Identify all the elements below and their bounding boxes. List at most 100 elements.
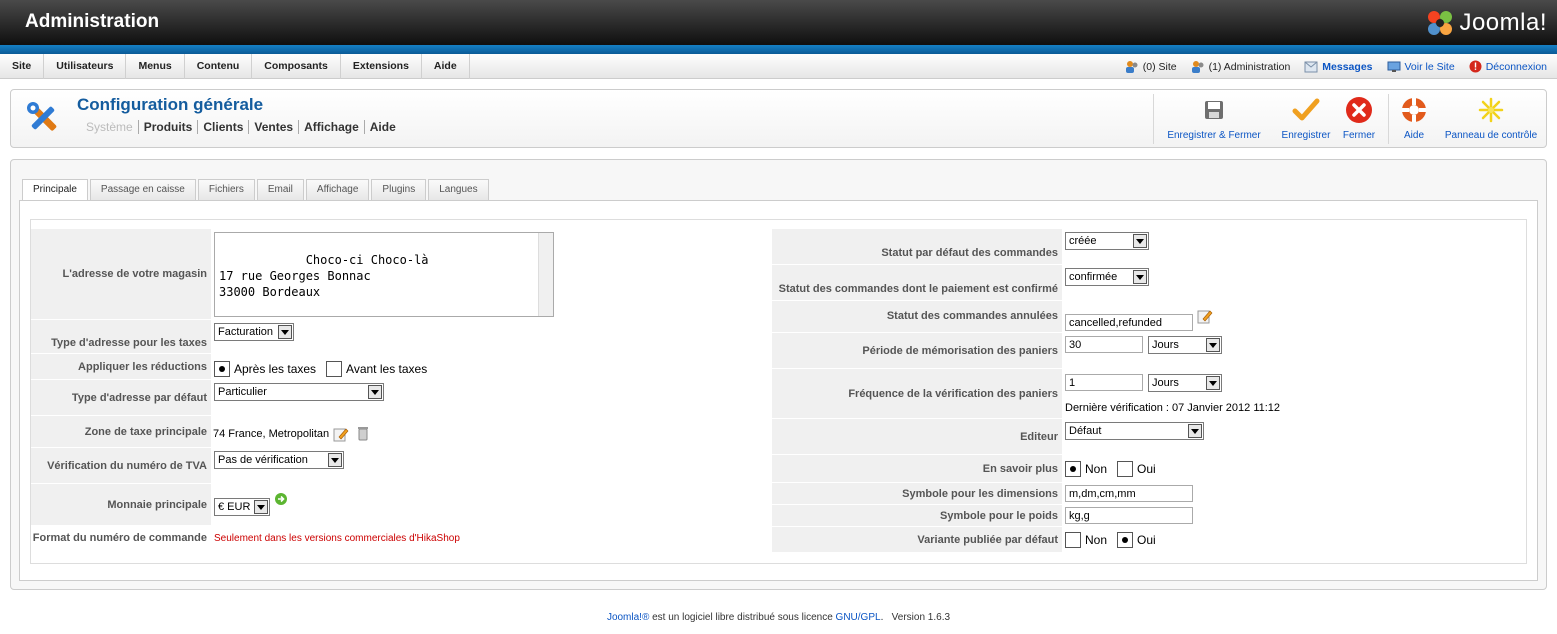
trash-icon[interactable] <box>357 426 369 441</box>
chevron-down-icon <box>1133 270 1147 284</box>
dimension-cell: m,dm,cm,mm <box>1062 483 1193 505</box>
editor-select[interactable]: Défaut <box>1065 422 1204 440</box>
tab-display[interactable]: Affichage <box>305 179 370 200</box>
tab-email[interactable]: Email <box>256 179 304 200</box>
setting-row: Type d'adresse pour les taxes Facturatio… <box>31 320 771 354</box>
variant-cell: Non Oui <box>1062 527 1166 553</box>
vat-select[interactable]: Pas de vérification <box>214 451 344 469</box>
view-site-link[interactable]: Voir le Site <box>1387 61 1455 73</box>
cancelled-status-input[interactable]: cancelled,refunded <box>1065 314 1193 331</box>
setting-row: L'adresse de votre magasin Choco-ci Choc… <box>31 229 771 320</box>
cart-check-input[interactable]: 1 <box>1065 374 1143 391</box>
setting-row: Symbole pour les dimensions m,dm,cm,mm <box>772 483 1512 505</box>
default-address-select[interactable]: Particulier <box>214 383 384 401</box>
chevron-down-icon <box>1188 424 1202 438</box>
chevron-down-icon <box>1133 234 1147 248</box>
edit-icon[interactable] <box>1197 308 1213 324</box>
discount-after-radio[interactable] <box>214 360 230 377</box>
cart-check-inputs: 1 Jours <box>1065 374 1222 392</box>
order-format-cell: Seulement dans les versions commerciales… <box>211 526 460 550</box>
cart-period-unit-select[interactable]: Jours <box>1148 336 1222 354</box>
menu-components[interactable]: Composants <box>252 54 341 79</box>
currency-select[interactable]: € EUR <box>214 498 270 516</box>
cart-check-unit-select[interactable]: Jours <box>1148 374 1222 392</box>
toolbar-separator <box>1388 94 1389 144</box>
admin-title: Administration <box>25 11 160 32</box>
submenu-help[interactable]: Aide <box>363 120 401 134</box>
learn-more-cell: Non Oui <box>1062 455 1166 483</box>
close-button[interactable]: Fermer <box>1341 94 1377 144</box>
dimension-input[interactable]: m,dm,cm,mm <box>1065 485 1193 502</box>
submenu-display[interactable]: Affichage <box>298 120 364 134</box>
editor-label: Editeur <box>772 419 1062 455</box>
config-tools-icon <box>23 98 63 141</box>
tab-main[interactable]: Principale <box>22 179 88 201</box>
paid-status-select[interactable]: confirmée <box>1065 268 1149 286</box>
variant-yes-radio[interactable] <box>1117 532 1134 548</box>
default-status-cell: créée <box>1062 229 1149 265</box>
discount-before-radio[interactable] <box>326 360 343 377</box>
cancelled-status-label: Statut des commandes annulées <box>772 301 1062 333</box>
address-textarea[interactable]: Choco-ci Choco-là 17 rue Georges Bonnac … <box>214 232 554 317</box>
admin-header: Administration Joomla! <box>0 0 1557 45</box>
cancelled-status-cell: cancelled,refunded <box>1062 301 1213 333</box>
weight-cell: kg,g <box>1062 505 1193 527</box>
site-users: (0) Site <box>1125 60 1177 74</box>
cart-period-input[interactable]: 30 <box>1065 336 1143 353</box>
chevron-down-icon <box>254 500 268 514</box>
editor-cell: Défaut <box>1062 419 1204 455</box>
save-button[interactable]: Enregistrer <box>1273 94 1339 144</box>
cart-period-cell: 30 Jours <box>1062 333 1222 369</box>
messages-link[interactable]: Messages <box>1304 60 1373 73</box>
menu-users[interactable]: Utilisateurs <box>44 54 127 79</box>
vat-cell: Pas de vérification <box>211 448 344 484</box>
default-status-label: Statut par défaut des commandes <box>772 229 1062 265</box>
address-text: Choco-ci Choco-là 17 rue Georges Bonnac … <box>219 253 429 299</box>
help-button[interactable]: Aide <box>1397 94 1431 144</box>
learn-more-yes-label: Oui <box>1137 462 1156 476</box>
save-close-button[interactable]: Enregistrer & Fermer <box>1163 94 1265 144</box>
refresh-icon[interactable] <box>274 492 288 506</box>
chevron-down-icon <box>278 325 292 339</box>
cart-check-cell: 1 Jours Dernière vérification : 07 Janvi… <box>1062 369 1280 419</box>
order-format-label: Format du numéro de commande <box>31 526 211 550</box>
learn-more-yes-radio[interactable] <box>1117 461 1134 477</box>
learn-more-no-radio[interactable] <box>1065 461 1081 477</box>
setting-row: Appliquer les réductions Après les taxes… <box>31 354 771 380</box>
menu-content[interactable]: Contenu <box>185 54 253 79</box>
joomla-link[interactable]: Joomla!® <box>607 612 649 623</box>
weight-input[interactable]: kg,g <box>1065 507 1193 524</box>
logout-icon <box>1469 60 1482 73</box>
submenu-products[interactable]: Produits <box>137 120 198 134</box>
submenu-customers[interactable]: Clients <box>197 120 248 134</box>
header-bar <box>0 45 1557 54</box>
tax-address-select[interactable]: Facturation <box>214 323 294 341</box>
tab-files[interactable]: Fichiers <box>197 179 255 200</box>
tab-languages[interactable]: Langues <box>428 179 489 200</box>
edit-icon[interactable] <box>333 426 349 442</box>
menu-extensions[interactable]: Extensions <box>341 54 422 79</box>
currency-cell: € EUR <box>211 484 288 526</box>
variant-no-radio[interactable] <box>1065 532 1081 548</box>
setting-row: Période de mémorisation des paniers 30 J… <box>772 333 1512 369</box>
menu-menus[interactable]: Menus <box>126 54 185 79</box>
license-link[interactable]: GNU/GPL <box>836 612 881 623</box>
main-content: Principale Passage en caisse Fichiers Em… <box>10 159 1547 590</box>
default-status-select[interactable]: créée <box>1065 232 1149 250</box>
textarea-scrollbar[interactable] <box>538 233 553 316</box>
variant-no-label: Non <box>1085 533 1108 547</box>
submenu-sales[interactable]: Ventes <box>248 120 298 134</box>
footer-text: est un logiciel libre distribué sous lic… <box>649 612 836 623</box>
menu-help[interactable]: Aide <box>422 54 470 79</box>
control-panel-icon <box>1475 94 1507 126</box>
control-panel-button[interactable]: Panneau de contrôle <box>1441 94 1541 144</box>
main-menu: Site Utilisateurs Menus Contenu Composan… <box>0 54 470 79</box>
logout-link[interactable]: Déconnexion <box>1469 60 1547 73</box>
joomla-logo-icon <box>1428 11 1453 35</box>
messages-label: Messages <box>1322 60 1373 73</box>
tab-checkout[interactable]: Passage en caisse <box>89 179 196 200</box>
tab-plugins[interactable]: Plugins <box>371 179 427 200</box>
setting-row: Monnaie principale € EUR <box>31 484 771 526</box>
submenu-system[interactable]: Système <box>81 120 138 134</box>
menu-site[interactable]: Site <box>0 54 45 79</box>
